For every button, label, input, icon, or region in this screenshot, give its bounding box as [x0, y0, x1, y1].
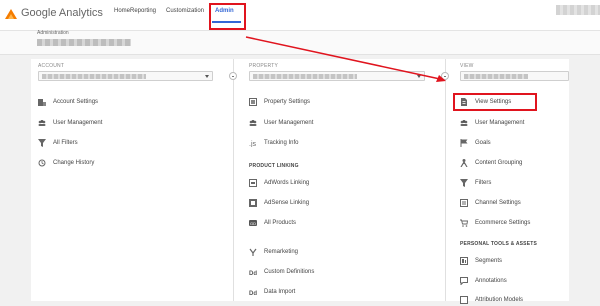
property-settings-label: Property Settings	[264, 99, 311, 105]
svg-text:Dd: Dd	[249, 291, 257, 296]
view-filters-label: Filters	[475, 180, 492, 186]
users-icon	[249, 120, 257, 126]
ecommerce-settings-label: Ecommerce Settings	[475, 220, 531, 226]
users-icon	[460, 120, 468, 126]
all-filters-label: All Filters	[53, 140, 78, 146]
attribution-icon	[460, 296, 468, 304]
svg-text:Dd: Dd	[249, 271, 257, 276]
annotations-label: Annotations	[475, 278, 507, 284]
chevron-down-icon	[417, 75, 421, 78]
administration-label: Administration	[37, 30, 69, 36]
channel-icon	[460, 199, 468, 207]
comment-icon	[460, 277, 468, 285]
nav-home[interactable]: Home	[114, 8, 130, 14]
view-settings-highlight-box	[453, 93, 537, 111]
remarketing-label: Remarketing	[264, 249, 299, 255]
remarketing-icon	[249, 248, 257, 256]
view-user-management-label: User Management	[475, 120, 525, 126]
tracking-info-label: Tracking Info	[264, 140, 299, 146]
column-divider-1	[233, 59, 234, 301]
account-switcher[interactable]	[556, 5, 600, 15]
property-select[interactable]	[249, 71, 425, 81]
filter-icon	[460, 179, 468, 187]
account-user-management-label: User Management	[53, 120, 103, 126]
person-icon	[460, 159, 468, 167]
svg-text:GD: GD	[250, 221, 256, 226]
property-column-label: PROPERTY	[249, 63, 279, 69]
flag-icon	[460, 139, 468, 147]
nav-customization[interactable]: Customization	[166, 8, 204, 14]
goals-label: Goals	[475, 140, 491, 146]
collapse-toggle[interactable]	[229, 72, 237, 80]
content-grouping-label: Content Grouping	[475, 160, 523, 166]
account-select[interactable]	[38, 71, 213, 81]
top-bar: Google Analytics Home Reporting Customiz…	[0, 0, 600, 31]
account-settings-label: Account Settings	[53, 99, 99, 105]
building-icon	[38, 99, 46, 106]
property-user-management-label: User Management	[264, 120, 314, 126]
change-history-label: Change History	[53, 160, 95, 166]
app-title: Google Analytics	[21, 7, 103, 19]
data-import-label: Data Import	[264, 289, 296, 295]
collapse-toggle[interactable]	[441, 72, 449, 80]
data-import-icon: Dd	[249, 291, 257, 296]
square-icon	[249, 98, 257, 106]
custom-definitions-label: Custom Definitions	[264, 269, 315, 275]
adsense-icon	[249, 199, 257, 207]
attribution-models-label: Attribution Models	[475, 297, 524, 303]
all-products-label: All Products	[264, 220, 297, 226]
js-icon: .js	[249, 141, 257, 147]
view-column-label: VIEW	[460, 63, 474, 69]
products-icon: GD	[249, 220, 257, 226]
product-linking-heading: PRODUCT LINKING	[249, 163, 299, 169]
account-column-label: ACCOUNT	[38, 63, 65, 69]
segments-icon	[460, 257, 468, 265]
svg-text:.js: .js	[249, 141, 257, 147]
adsense-linking-label: AdSense Linking	[264, 200, 310, 206]
segments-label: Segments	[475, 258, 503, 264]
account-name-redacted	[37, 39, 131, 46]
channel-settings-label: Channel Settings	[475, 200, 521, 206]
column-divider-2	[445, 59, 446, 301]
view-select[interactable]	[460, 71, 569, 81]
personal-tools-heading: PERSONAL TOOLS & ASSETS	[460, 241, 538, 247]
cart-icon	[460, 219, 468, 227]
filter-icon	[38, 139, 46, 147]
admin-highlight-box	[209, 3, 246, 30]
history-icon	[38, 159, 46, 167]
adwords-linking-label: AdWords Linking	[264, 180, 310, 186]
adwords-icon	[249, 179, 257, 187]
users-icon	[38, 120, 46, 126]
nav-reporting[interactable]: Reporting	[130, 8, 156, 14]
google-analytics-logo-icon	[5, 9, 17, 19]
chevron-down-icon	[205, 75, 209, 78]
custom-definitions-icon: Dd	[249, 271, 257, 276]
